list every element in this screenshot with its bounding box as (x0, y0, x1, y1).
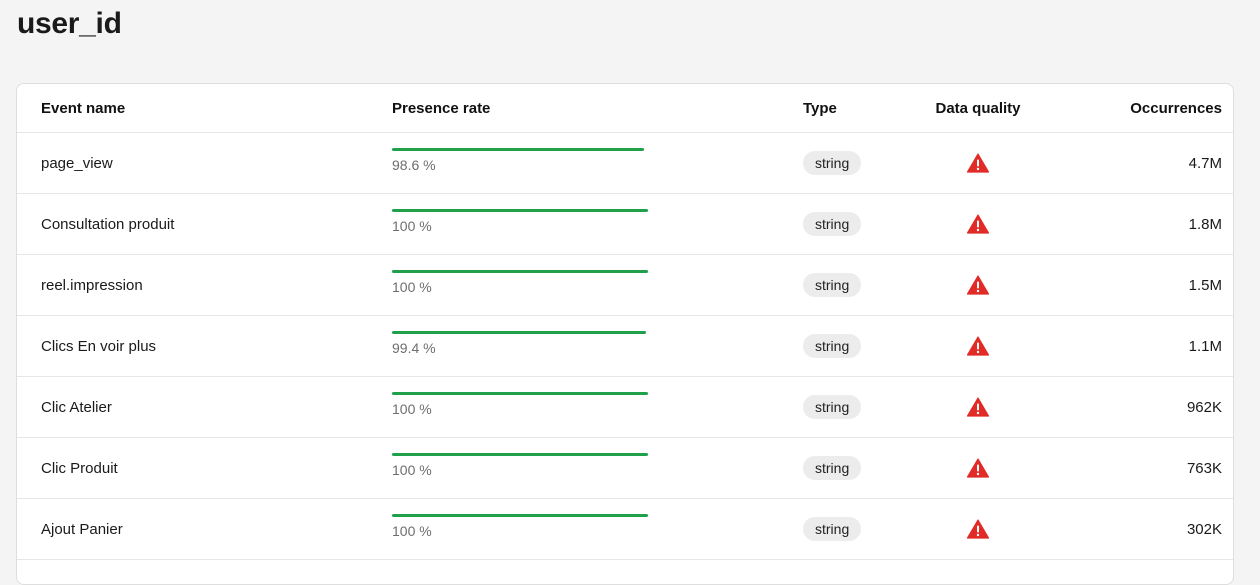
type-badge: string (803, 517, 862, 541)
table-header: Event name Presence rate Type Data quali… (17, 84, 1233, 133)
presence-bar (392, 392, 648, 395)
event-name: Ajout Panier (41, 520, 123, 538)
presence-bar (392, 453, 648, 456)
table-row[interactable]: Ajout Panier 100 % string 302K (17, 499, 1233, 560)
occurrences-cell: 1.5M (1082, 255, 1222, 315)
data-quality-cell (922, 194, 1034, 254)
event-name: Clic Atelier (41, 398, 112, 416)
column-header-presence-rate[interactable]: Presence rate (392, 84, 672, 132)
column-header-event-name[interactable]: Event name (41, 84, 371, 132)
event-name: Clics En voir plus (41, 337, 157, 355)
presence-rate-label: 100 % (392, 523, 432, 539)
presence-bar-fill (392, 392, 648, 395)
presence-rate: 100 % (392, 270, 648, 295)
type-cell: string (803, 133, 903, 193)
presence-bar-fill (392, 453, 648, 456)
event-table: Event name Presence rate Type Data quali… (16, 83, 1234, 585)
type-cell: string (803, 194, 903, 254)
presence-rate-label: 100 % (392, 279, 432, 295)
warning-triangle-icon[interactable] (967, 336, 989, 356)
presence-rate-label: 100 % (392, 462, 432, 478)
presence-rate: 98.6 % (392, 148, 648, 173)
warning-triangle-icon[interactable] (967, 458, 989, 478)
event-name: page_view (41, 154, 113, 172)
data-quality-cell (922, 499, 1034, 559)
warning-triangle-icon[interactable] (967, 214, 989, 234)
type-cell: string (803, 255, 903, 315)
occurrences-cell: 302K (1082, 499, 1222, 559)
occurrences-cell: 4.7M (1082, 133, 1222, 193)
type-badge: string (803, 212, 862, 236)
type-cell: string (803, 377, 903, 437)
type-badge: string (803, 395, 862, 419)
event-name: reel.impression (41, 276, 143, 294)
presence-rate-label: 99.4 % (392, 340, 436, 356)
warning-triangle-icon[interactable] (967, 397, 989, 417)
presence-bar-fill (392, 148, 645, 151)
event-name: Clic Produit (41, 459, 118, 477)
type-badge: string (803, 456, 862, 480)
occurrences-count: 4.7M (1188, 154, 1222, 172)
column-header-occurrences[interactable]: Occurrences (1082, 84, 1222, 132)
presence-bar (392, 331, 648, 334)
type-cell: string (803, 499, 903, 559)
presence-rate: 99.4 % (392, 331, 648, 356)
occurrences-count: 1.8M (1188, 215, 1222, 233)
presence-bar-fill (392, 331, 647, 334)
warning-triangle-icon[interactable] (967, 519, 989, 539)
occurrences-count: 1.5M (1188, 276, 1222, 294)
occurrences-cell: 1.1M (1082, 316, 1222, 376)
table-row[interactable]: page_view 98.6 % string 4.7M (17, 133, 1233, 194)
presence-bar (392, 148, 648, 151)
occurrences-cell: 763K (1082, 438, 1222, 498)
table-row[interactable]: reel.impression 100 % string 1.5M (17, 255, 1233, 316)
occurrences-cell: 962K (1082, 377, 1222, 437)
presence-rate-label: 100 % (392, 218, 432, 234)
warning-triangle-icon[interactable] (967, 275, 989, 295)
type-badge: string (803, 151, 862, 175)
column-header-data-quality[interactable]: Data quality (922, 84, 1034, 132)
occurrences-count: 962K (1186, 398, 1222, 416)
type-cell: string (803, 438, 903, 498)
presence-bar (392, 270, 648, 273)
presence-rate: 100 % (392, 453, 648, 478)
presence-rate-label: 100 % (392, 401, 432, 417)
column-header-type[interactable]: Type (803, 84, 903, 132)
data-quality-cell (922, 133, 1034, 193)
occurrences-count: 302K (1186, 520, 1222, 538)
table-row[interactable]: Consultation produit 100 % string 1.8M (17, 194, 1233, 255)
event-name: Consultation produit (41, 215, 175, 233)
page-title: user_id (17, 7, 122, 40)
presence-bar-fill (392, 270, 648, 273)
data-quality-cell (922, 255, 1034, 315)
data-quality-cell (922, 377, 1034, 437)
occurrences-cell: 1.8M (1082, 194, 1222, 254)
table-row[interactable]: Clics En voir plus 99.4 % string 1.1M (17, 316, 1233, 377)
type-cell: string (803, 316, 903, 376)
presence-bar (392, 514, 648, 517)
presence-bar-fill (392, 209, 648, 212)
occurrences-count: 763K (1186, 459, 1222, 477)
presence-rate: 100 % (392, 514, 648, 539)
presence-rate: 100 % (392, 392, 648, 417)
data-quality-cell (922, 438, 1034, 498)
data-quality-cell (922, 316, 1034, 376)
presence-rate: 100 % (392, 209, 648, 234)
presence-bar-fill (392, 514, 648, 517)
type-badge: string (803, 334, 862, 358)
table-body: page_view 98.6 % string 4.7M Consultatio… (17, 133, 1233, 560)
presence-rate-label: 98.6 % (392, 157, 436, 173)
table-row[interactable]: Clic Atelier 100 % string 962K (17, 377, 1233, 438)
occurrences-count: 1.1M (1188, 337, 1222, 355)
presence-bar (392, 209, 648, 212)
table-row[interactable]: Clic Produit 100 % string 763K (17, 438, 1233, 499)
warning-triangle-icon[interactable] (967, 153, 989, 173)
type-badge: string (803, 273, 862, 297)
